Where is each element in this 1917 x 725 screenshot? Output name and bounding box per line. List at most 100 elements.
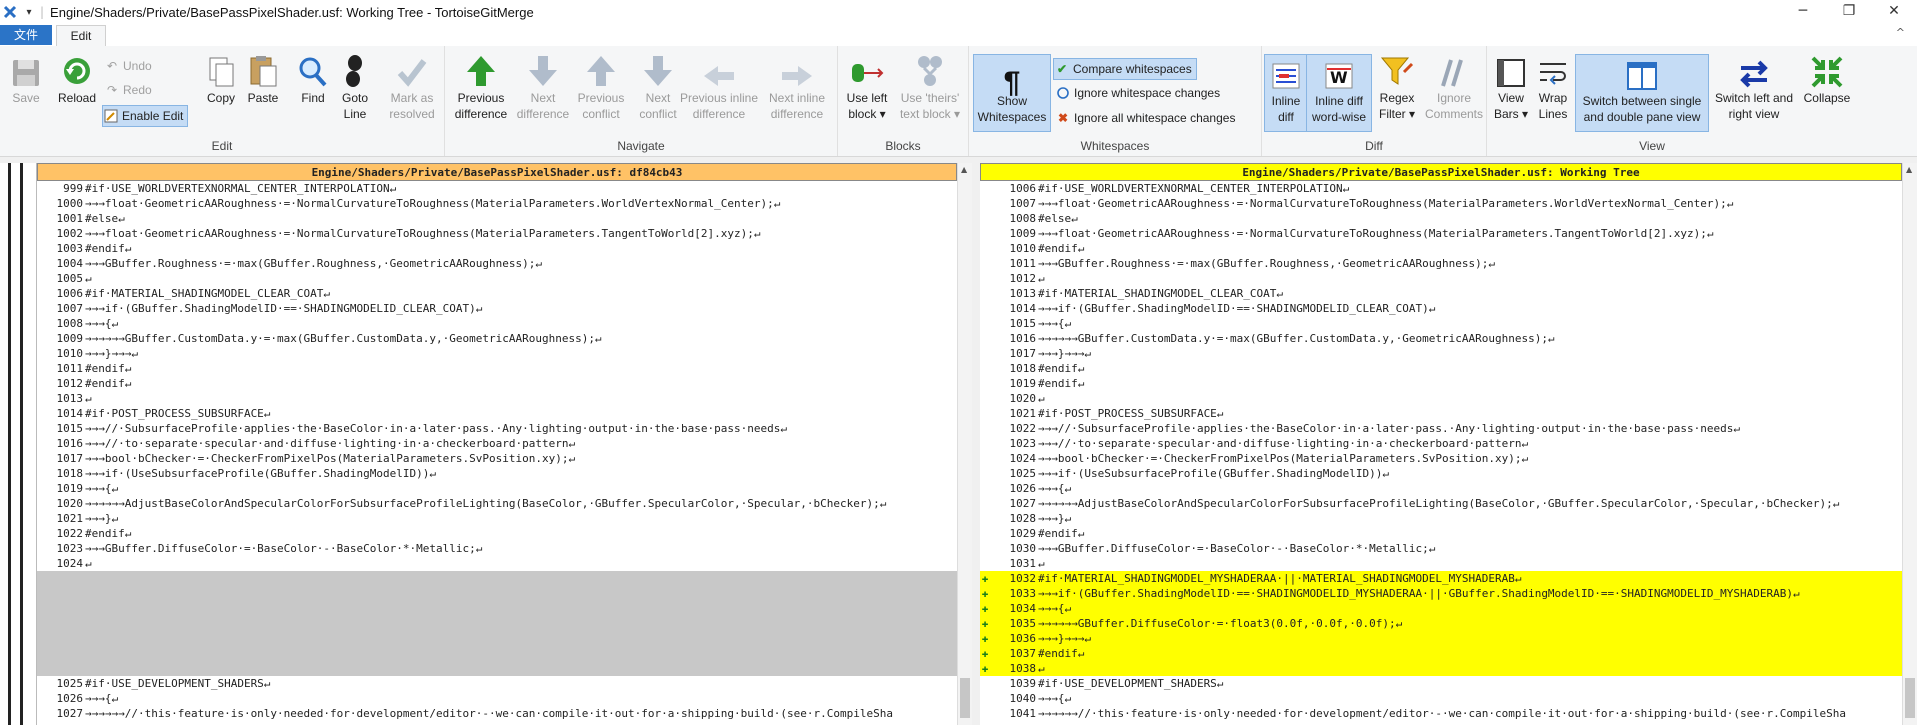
code-line[interactable]: 1020 ↵: [980, 391, 1902, 406]
previous-difference-button[interactable]: Previous difference: [451, 52, 511, 132]
code-line[interactable]: 1028 →→→}↵: [980, 511, 1902, 526]
code-line[interactable]: 1010 →→→}→→→↵: [37, 346, 957, 361]
left-vertical-scrollbar[interactable]: ▲: [957, 163, 972, 725]
code-line[interactable]: 1008 #else↵: [980, 211, 1902, 226]
empty-placeholder-line[interactable]: [37, 601, 957, 616]
code-line[interactable]: ✚ 1032 #if·MATERIAL_SHADINGMODEL_MYSHADERA…: [980, 571, 1902, 586]
code-line[interactable]: ✚ 1038 ↵: [980, 661, 1902, 676]
find-button[interactable]: Find: [296, 52, 330, 132]
previous-conflict-button[interactable]: Previous conflict: [573, 52, 629, 132]
code-line[interactable]: 1001 #else↵: [37, 211, 957, 226]
code-line[interactable]: 1017 →→→}→→→↵: [980, 346, 1902, 361]
inline-diff-word-wise-button[interactable]: W Inline diff word-wise: [1306, 54, 1372, 132]
right-diff-pane[interactable]: Engine/Shaders/Private/BasePassPixelShad…: [980, 163, 1902, 725]
collapse-button[interactable]: Collapse: [1799, 52, 1855, 132]
ignore-all-whitespace-changes-button[interactable]: ✖ Ignore all whitespace changes: [1055, 108, 1235, 128]
code-line[interactable]: ✚ 1036 →→→}→→→↵: [980, 631, 1902, 646]
code-line[interactable]: 1041 →→→→→→//·this·feature·is·only·needed…: [980, 706, 1902, 721]
code-line[interactable]: ✚ 1034 →→→{↵: [980, 601, 1902, 616]
show-whitespaces-button[interactable]: ¶ Show Whitespaces: [973, 54, 1051, 132]
code-line[interactable]: 1039 #if·USE_DEVELOPMENT_SHADERS↵: [980, 676, 1902, 691]
code-line[interactable]: 1026 →→→{↵: [37, 691, 957, 706]
code-line[interactable]: 1013 ↵: [37, 391, 957, 406]
code-line[interactable]: 1011 #endif↵: [37, 361, 957, 376]
code-line[interactable]: 1027 →→→→→→//·this·feature·is·only·needed…: [37, 706, 957, 721]
code-line[interactable]: 1017 →→→bool·bChecker·=·CheckerFromPixelP…: [37, 451, 957, 466]
code-line[interactable]: 1015 →→→{↵: [980, 316, 1902, 331]
code-line[interactable]: 1030 →→→GBuffer.DiffuseColor·=·BaseColor·…: [980, 541, 1902, 556]
code-line[interactable]: 1027 →→→→→→AdjustBaseColorAndSpecularColo…: [980, 496, 1902, 511]
empty-placeholder-line[interactable]: [37, 616, 957, 631]
code-line[interactable]: 1025 #if·USE_DEVELOPMENT_SHADERS↵: [37, 676, 957, 691]
undo-button[interactable]: ↶ Undo: [104, 56, 152, 76]
right-code-view[interactable]: 1006 #if·USE_WORLDVERTEXNORMAL_CENTER_INT…: [980, 181, 1902, 721]
code-line[interactable]: 1016 →→→//·to·separate·specular·and·diffu…: [37, 436, 957, 451]
switch-left-right-button[interactable]: Switch left and right view: [1709, 52, 1799, 132]
ignore-whitespace-changes-button[interactable]: Ignore whitespace changes: [1055, 83, 1220, 103]
code-line[interactable]: 1000 →→→float·GeometricAARoughness·=·Norm…: [37, 196, 957, 211]
mark-resolved-button[interactable]: Mark as resolved: [384, 52, 440, 132]
code-line[interactable]: 1004 →→→GBuffer.Roughness·=·max(GBuffer.R…: [37, 256, 957, 271]
code-line[interactable]: ✚ 1037 #endif↵: [980, 646, 1902, 661]
empty-placeholder-line[interactable]: [37, 586, 957, 601]
code-line[interactable]: 1014 #if·POST_PROCESS_SUBSURFACE↵: [37, 406, 957, 421]
enable-edit-button[interactable]: Enable Edit: [102, 105, 189, 127]
code-line[interactable]: 1012 #endif↵: [37, 376, 957, 391]
code-line[interactable]: 1029 #endif↵: [980, 526, 1902, 541]
code-line[interactable]: 1024 →→→bool·bChecker·=·CheckerFromPixelP…: [980, 451, 1902, 466]
code-line[interactable]: 1016 →→→→→→GBuffer.CustomData.y·=·max(GBu…: [980, 331, 1902, 346]
minimize-button[interactable]: ─: [1780, 0, 1826, 22]
next-difference-button[interactable]: Next difference: [513, 52, 573, 132]
code-line[interactable]: ✚ 1033 →→→if·(GBuffer.ShadingModelID·==·SH…: [980, 586, 1902, 601]
scroll-up-icon[interactable]: ▲: [1906, 165, 1912, 174]
code-line[interactable]: 1025 →→→if·(UseSubsurfaceProfile(GBuffer.…: [980, 466, 1902, 481]
scroll-up-icon[interactable]: ▲: [961, 165, 967, 174]
code-line[interactable]: 1022 #endif↵: [37, 526, 957, 541]
code-line[interactable]: 1002 →→→float·GeometricAARoughness·=·Norm…: [37, 226, 957, 241]
empty-placeholder-line[interactable]: [37, 661, 957, 676]
code-line[interactable]: 1022 →→→//·SubsurfaceProfile·applies·the·…: [980, 421, 1902, 436]
left-diff-pane[interactable]: Engine/Shaders/Private/BasePassPixelShad…: [37, 163, 957, 725]
wrap-lines-button[interactable]: Wrap Lines: [1533, 52, 1573, 132]
code-line[interactable]: 1013 #if·MATERIAL_SHADINGMODEL_CLEAR_COAT…: [980, 286, 1902, 301]
tortoisegit-app-icon[interactable]: [2, 4, 18, 20]
code-line[interactable]: 999 #if·USE_WORLDVERTEXNORMAL_CENTER_INTE…: [37, 181, 957, 196]
code-line[interactable]: 1026 →→→{↵: [980, 481, 1902, 496]
code-line[interactable]: 1007 →→→if·(GBuffer.ShadingModelID·==·SHA…: [37, 301, 957, 316]
location-bar[interactable]: [0, 163, 37, 725]
code-line[interactable]: 1031 ↵: [980, 556, 1902, 571]
use-theirs-block-button[interactable]: Use 'theirs' text block ▾: [894, 52, 966, 132]
redo-button[interactable]: ↷ Redo: [104, 80, 152, 100]
view-bars-button[interactable]: View Bars ▾: [1491, 52, 1531, 132]
save-button[interactable]: Save: [6, 52, 46, 132]
code-line[interactable]: 1020 →→→→→→AdjustBaseColorAndSpecularColo…: [37, 496, 957, 511]
code-line[interactable]: 1021 →→→}↵: [37, 511, 957, 526]
empty-placeholder-line[interactable]: [37, 571, 957, 586]
code-line[interactable]: 1023 →→→GBuffer.DiffuseColor·=·BaseColor·…: [37, 541, 957, 556]
close-button[interactable]: ✕: [1871, 0, 1917, 22]
reload-button[interactable]: Reload: [52, 52, 102, 132]
right-vertical-scrollbar[interactable]: ▲: [1902, 163, 1917, 725]
code-line[interactable]: 1006 #if·USE_WORLDVERTEXNORMAL_CENTER_INT…: [980, 181, 1902, 196]
switch-single-double-pane-button[interactable]: Switch between single and double pane vi…: [1575, 54, 1709, 132]
goto-line-button[interactable]: Goto Line: [336, 52, 374, 132]
code-line[interactable]: 1019 →→→{↵: [37, 481, 957, 496]
code-line[interactable]: 1018 →→→if·(UseSubsurfaceProfile(GBuffer.…: [37, 466, 957, 481]
copy-button[interactable]: Copy: [204, 52, 238, 132]
code-line[interactable]: 1040 →→→{↵: [980, 691, 1902, 706]
code-line[interactable]: 1014 →→→if·(GBuffer.ShadingModelID·==·SHA…: [980, 301, 1902, 316]
code-line[interactable]: 1021 #if·POST_PROCESS_SUBSURFACE↵: [980, 406, 1902, 421]
code-line[interactable]: 1009 →→→float·GeometricAARoughness·=·Norm…: [980, 226, 1902, 241]
code-line[interactable]: 1023 →→→//·to·separate·specular·and·diffu…: [980, 436, 1902, 451]
tab-edit[interactable]: Edit: [56, 25, 106, 46]
code-line[interactable]: 1005 ↵: [37, 271, 957, 286]
code-line[interactable]: ✚ 1035 →→→→→→GBuffer.DiffuseColor·=·float3…: [980, 616, 1902, 631]
regex-filter-button[interactable]: Regex Filter ▾: [1372, 52, 1422, 132]
code-line[interactable]: 1003 #endif↵: [37, 241, 957, 256]
code-line[interactable]: 1006 #if·MATERIAL_SHADINGMODEL_CLEAR_COAT…: [37, 286, 957, 301]
code-line[interactable]: 1019 #endif↵: [980, 376, 1902, 391]
code-line[interactable]: 1015 →→→//·SubsurfaceProfile·applies·the·…: [37, 421, 957, 436]
right-scroll-thumb[interactable]: [1905, 678, 1915, 718]
code-line[interactable]: 1012 ↵: [980, 271, 1902, 286]
inline-diff-button[interactable]: Inline diff: [1264, 54, 1308, 132]
